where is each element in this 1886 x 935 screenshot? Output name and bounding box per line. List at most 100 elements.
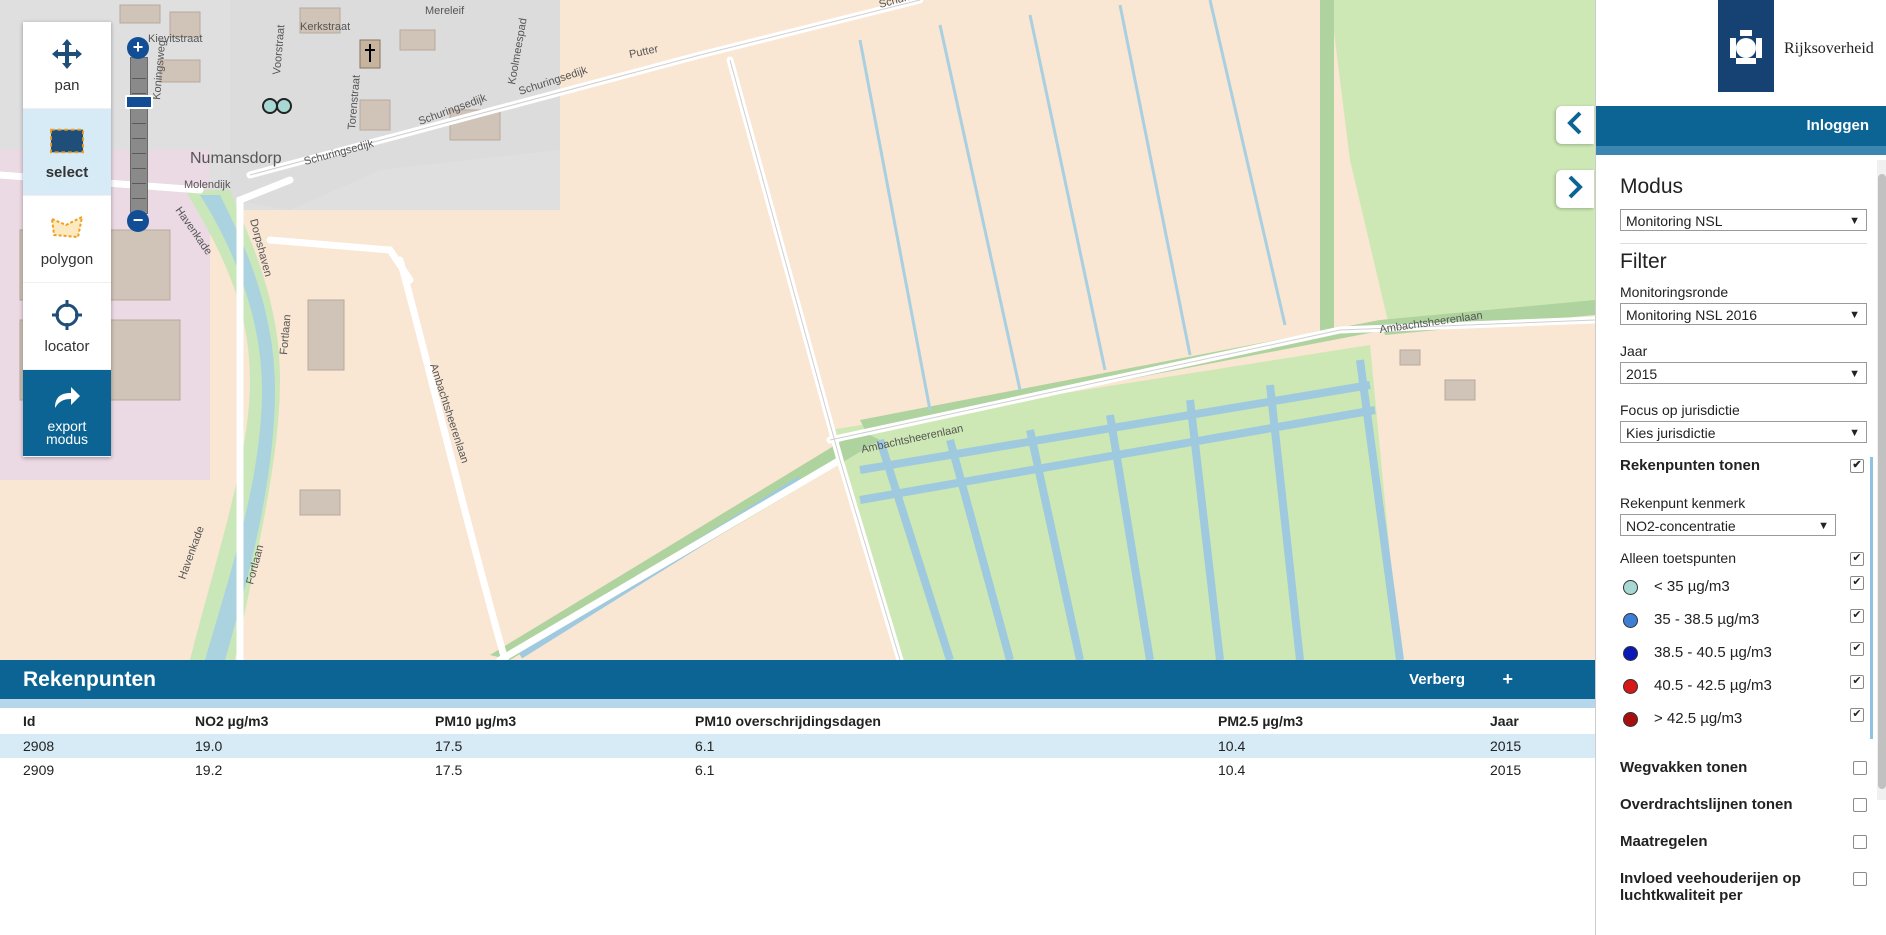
column-header[interactable]: Jaar bbox=[1490, 708, 1595, 734]
focus-label: Focus op jurisdictie bbox=[1620, 402, 1740, 418]
login-button[interactable]: Inloggen bbox=[1596, 106, 1886, 146]
table-cell: 2015 bbox=[1490, 734, 1595, 758]
jaar-select[interactable]: 2015 ▼ bbox=[1620, 362, 1867, 384]
kenmerk-select[interactable]: NO2-concentratie ▼ bbox=[1620, 514, 1836, 536]
modus-select[interactable]: Monitoring NSL ▼ bbox=[1620, 209, 1867, 231]
collapse-panel-button[interactable] bbox=[1556, 106, 1594, 144]
rekenpunten-tonen-label: Rekenpunten tonen bbox=[1620, 457, 1761, 474]
dropdown-arrow-icon: ▼ bbox=[1849, 215, 1860, 227]
legend-checkbox[interactable]: ✔ bbox=[1850, 675, 1864, 689]
expand-plus-button[interactable]: + bbox=[1502, 669, 1513, 690]
legend-dot-icon bbox=[1623, 712, 1638, 727]
legend-checkbox[interactable]: ✔ bbox=[1850, 576, 1864, 590]
table-cell: 2908 bbox=[0, 734, 195, 758]
map-graphics: Kievitstraat Kerkstraat Mereleif Putter … bbox=[0, 0, 1595, 660]
maatregelen-checkbox[interactable] bbox=[1853, 835, 1867, 849]
column-header[interactable]: NO2 µg/m3 bbox=[195, 708, 435, 734]
login-bar-underline bbox=[1596, 146, 1886, 155]
legend-row: < 35 µg/m3 ✔ bbox=[1620, 574, 1864, 607]
hide-button[interactable]: Verberg bbox=[1409, 671, 1465, 688]
focus-select[interactable]: Kies jurisdictie ▼ bbox=[1620, 421, 1867, 443]
zoom-handle[interactable] bbox=[125, 95, 153, 109]
legend-row: 38.5 - 40.5 µg/m3 ✔ bbox=[1620, 640, 1864, 673]
export-arrow-icon bbox=[50, 380, 84, 414]
wegvakken-checkbox[interactable] bbox=[1853, 761, 1867, 775]
invloed-label: Invloed veehouderijen op luchtkwaliteit … bbox=[1620, 870, 1801, 904]
ronde-select-value: Monitoring NSL 2016 bbox=[1626, 307, 1758, 323]
table-cell: 17.5 bbox=[435, 734, 695, 758]
invloed-checkbox[interactable] bbox=[1853, 872, 1867, 886]
map-canvas[interactable]: Kievitstraat Kerkstraat Mereleif Putter … bbox=[0, 0, 1595, 660]
ronde-select[interactable]: Monitoring NSL 2016 ▼ bbox=[1620, 303, 1867, 325]
select-tool-button[interactable]: select bbox=[23, 109, 111, 196]
expand-panel-button[interactable] bbox=[1556, 170, 1594, 208]
logo-text: Rijksoverheid bbox=[1784, 40, 1874, 57]
street-label-putter: Putter bbox=[628, 43, 660, 61]
results-header-underline bbox=[0, 699, 1595, 708]
jaar-select-value: 2015 bbox=[1626, 366, 1658, 382]
kenmerk-label: Rekenpunt kenmerk bbox=[1620, 495, 1746, 511]
zoom-slider[interactable]: + − bbox=[125, 37, 153, 232]
sidebar-scrollbar[interactable] bbox=[1877, 160, 1886, 800]
results-title: Rekenpunten bbox=[23, 668, 157, 691]
table-cell: 10.4 bbox=[1218, 762, 1246, 778]
column-header[interactable]: PM10 overschrijdingsdagen bbox=[695, 708, 1218, 734]
rekenpunten-block: Rekenpunten tonen ✔ Rekenpunt kenmerk NO… bbox=[1620, 457, 1873, 739]
chevron-right-icon bbox=[1566, 175, 1584, 204]
locator-tool-button[interactable]: locator bbox=[23, 283, 111, 370]
maatregelen-label: Maatregelen bbox=[1620, 833, 1708, 850]
modus-title: Modus bbox=[1620, 175, 1684, 198]
column-header[interactable]: PM2.5 µg/m3 bbox=[1218, 708, 1490, 734]
table-cell: 6.1 bbox=[695, 734, 1218, 758]
table-cell: 19.2 bbox=[195, 762, 223, 778]
ronde-label: Monitoringsronde bbox=[1620, 284, 1729, 300]
legend-label: 35 - 38.5 µg/m3 bbox=[1654, 611, 1760, 628]
locator-crosshair-icon bbox=[50, 298, 84, 332]
results-table: Id NO2 µg/m3 PM10 µg/m3 PM10 overschrijd… bbox=[0, 708, 1595, 782]
tool-panel: pan select polygon locator export modus bbox=[23, 22, 111, 457]
app: Kievitstraat Kerkstraat Mereleif Putter … bbox=[0, 0, 1886, 935]
legend-checkbox[interactable]: ✔ bbox=[1850, 708, 1864, 722]
sidebar: Rijksoverheid Inloggen Modus Monitoring … bbox=[1595, 0, 1886, 935]
street-label-fortlaan-1: Fortlaan bbox=[278, 314, 293, 355]
dropdown-arrow-icon: ▼ bbox=[1818, 520, 1829, 532]
table-cell: 6.1 bbox=[695, 762, 715, 778]
column-header[interactable]: PM10 µg/m3 bbox=[435, 708, 695, 734]
jaar-label: Jaar bbox=[1620, 343, 1648, 359]
table-cell: 2909 bbox=[23, 762, 55, 778]
divider bbox=[1620, 243, 1867, 244]
legend-checkbox[interactable]: ✔ bbox=[1850, 642, 1864, 656]
street-label-mereleif: Mereleif bbox=[425, 5, 465, 17]
pan-tool-button[interactable]: pan bbox=[23, 22, 111, 109]
polygon-tool-button[interactable]: polygon bbox=[23, 196, 111, 283]
zoom-in-button[interactable]: + bbox=[127, 37, 149, 59]
wegvakken-row: Wegvakken tonen bbox=[1620, 759, 1867, 796]
rekenpunten-tonen-checkbox[interactable]: ✔ bbox=[1850, 459, 1864, 473]
results-header: Rekenpunten Verberg + bbox=[0, 660, 1595, 699]
legend-dot-icon bbox=[1623, 613, 1638, 628]
modus-select-value: Monitoring NSL bbox=[1626, 213, 1723, 229]
export-mode-button[interactable]: export modus bbox=[23, 370, 111, 457]
legend-dot-icon bbox=[1623, 580, 1638, 595]
legend-label: 38.5 - 40.5 µg/m3 bbox=[1654, 644, 1772, 661]
scrollbar-thumb[interactable] bbox=[1878, 174, 1886, 789]
legend-row: > 42.5 µg/m3 ✔ bbox=[1620, 706, 1864, 739]
table-row[interactable]: 2908 19.0 17.5 6.1 10.4 2015 bbox=[0, 734, 1595, 758]
legend-checkbox[interactable]: ✔ bbox=[1850, 609, 1864, 623]
street-label-molendijk: Molendijk bbox=[184, 179, 231, 191]
zoom-track[interactable] bbox=[130, 57, 148, 214]
overdracht-checkbox[interactable] bbox=[1853, 798, 1867, 812]
table-cell: 17.5 bbox=[435, 762, 463, 778]
dropdown-arrow-icon: ▼ bbox=[1849, 427, 1860, 439]
results-panel: Rekenpunten Verberg + Id NO2 µg/m3 PM10 … bbox=[0, 660, 1595, 935]
street-label-kerkstraat: Kerkstraat bbox=[300, 21, 350, 33]
alleen-toetspunten-label: Alleen toetspunten bbox=[1620, 550, 1736, 566]
invloed-row: Invloed veehouderijen op luchtkwaliteit … bbox=[1620, 870, 1867, 910]
table-row[interactable]: 2909 19.2 17.5 6.1 10.4 2015 bbox=[0, 758, 1595, 782]
zoom-out-button[interactable]: − bbox=[127, 210, 149, 232]
wegvakken-label: Wegvakken tonen bbox=[1620, 759, 1748, 776]
column-header[interactable]: Id bbox=[0, 708, 195, 734]
alleen-toetspunten-row: Alleen toetspunten ✔ bbox=[1620, 550, 1864, 574]
maatregelen-row: Maatregelen bbox=[1620, 833, 1867, 870]
alleen-toetspunten-checkbox[interactable]: ✔ bbox=[1850, 552, 1864, 566]
